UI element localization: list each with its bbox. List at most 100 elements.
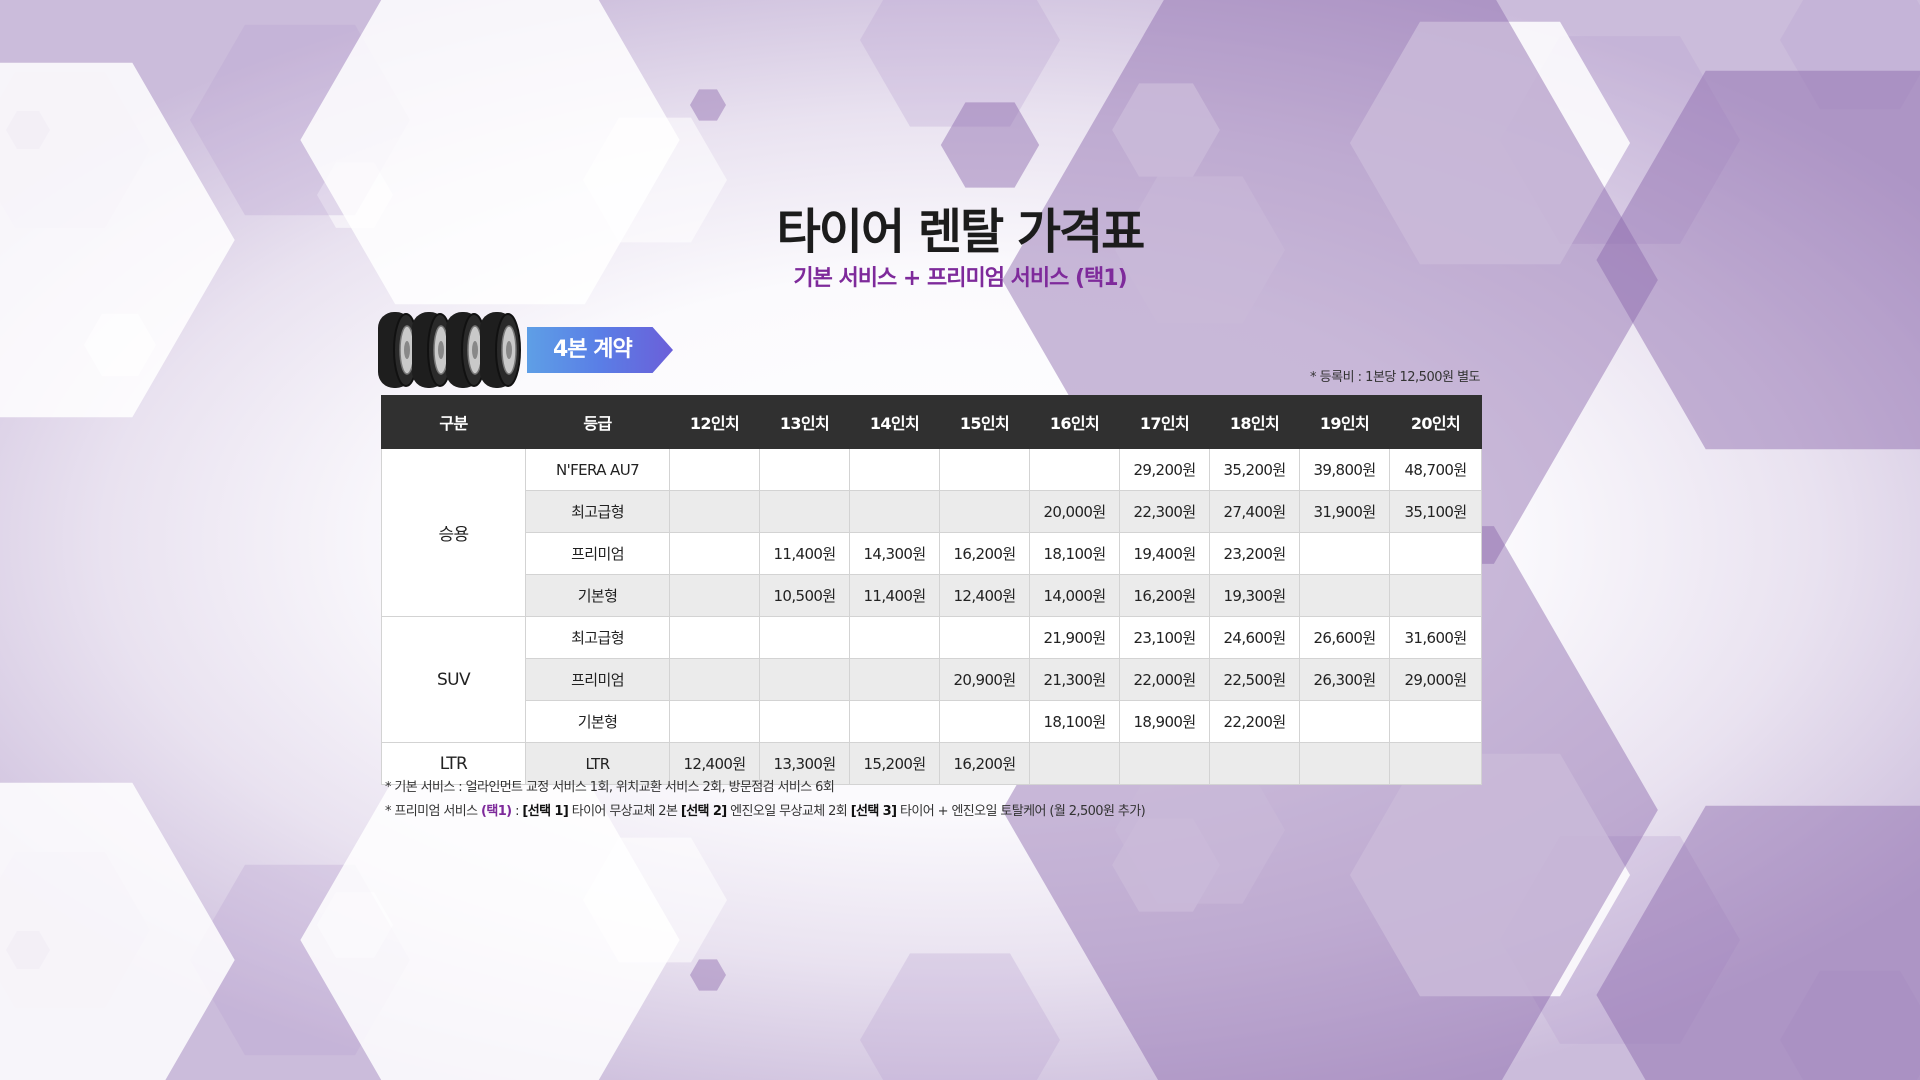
footnotes: * 기본 서비스 : 얼라인먼트 교정 서비스 1회, 위치교환 서비스 2회,…	[385, 776, 1146, 824]
contract-badge: 4본 계약	[527, 327, 673, 373]
price-cell: 19,400원	[1119, 532, 1210, 575]
price-cell	[849, 490, 940, 533]
price-cell	[849, 448, 940, 491]
price-cell: 19,300원	[1209, 574, 1300, 617]
grade-cell: N'FERA AU7	[525, 448, 670, 491]
price-cell: 11,400원	[759, 532, 850, 575]
price-cell: 23,200원	[1209, 532, 1300, 575]
table-header-row: 구분 등급 12인치 13인치 14인치 15인치 16인치 17인치 18인치…	[381, 395, 1482, 449]
price-cell	[1299, 532, 1390, 575]
price-cell: 26,300원	[1299, 658, 1390, 701]
price-cell	[669, 658, 760, 701]
option-1-text: 타이어 무상교체 2본	[568, 804, 681, 819]
grade-cell: 프리미엄	[525, 532, 670, 575]
price-cell: 12,400원	[939, 574, 1030, 617]
price-cell: 23,100원	[1119, 616, 1210, 659]
price-cell: 22,500원	[1209, 658, 1300, 701]
price-cell	[849, 658, 940, 701]
basic-service-note: * 기본 서비스 : 얼라인먼트 교정 서비스 1회, 위치교환 서비스 2회,…	[385, 776, 1145, 800]
option-3-text: 타이어 + 엔진오일 토탈케어 (월 2,500원 추가)	[896, 804, 1146, 819]
price-cell: 22,000원	[1119, 658, 1210, 701]
price-cell	[669, 700, 760, 743]
page-title: 타이어 렌탈 가격표	[776, 204, 1146, 260]
price-cell	[939, 616, 1030, 659]
price-cell	[1299, 700, 1390, 743]
column-header: 구분	[381, 395, 526, 449]
premium-service-note: * 프리미엄 서비스 (택1) : [선택 1] 타이어 무상교체 2본 [선택…	[385, 800, 1146, 824]
price-cell: 35,200원	[1209, 448, 1300, 491]
price-cell	[1029, 448, 1120, 491]
price-cell: 21,300원	[1029, 658, 1120, 701]
price-cell	[1389, 742, 1482, 785]
column-header: 20인치	[1389, 395, 1482, 449]
option-3-label: [선택 3]	[850, 804, 897, 819]
table-row: 프리미엄 11,400원 14,300원 16,200원 18,100원 19,…	[382, 532, 1482, 575]
price-cell	[939, 448, 1030, 491]
option-1-label: [선택 1]	[522, 804, 569, 819]
grade-cell: 프리미엄	[525, 658, 670, 701]
price-cell: 18,100원	[1029, 532, 1120, 575]
price-cell	[759, 700, 850, 743]
table-row: 승용 N'FERA AU7 29,200원 35,200원 39,800원 48…	[381, 448, 1482, 617]
tire-icon	[378, 312, 521, 388]
price-cell: 20,900원	[939, 658, 1030, 701]
price-cell	[669, 616, 760, 659]
price-cell: 48,700원	[1389, 448, 1482, 491]
price-cell: 14,000원	[1029, 574, 1120, 617]
category-cell: SUV	[381, 616, 526, 743]
table-row: 최고급형 20,000원 22,300원 27,400원 31,900원 35,…	[382, 490, 1482, 533]
price-cell	[939, 700, 1030, 743]
price-cell: 20,000원	[1029, 490, 1120, 533]
price-cell: 21,900원	[1029, 616, 1120, 659]
price-cell	[1389, 700, 1482, 743]
price-cell: 16,200원	[939, 532, 1030, 575]
price-cell	[759, 490, 850, 533]
price-cell: 31,900원	[1299, 490, 1390, 533]
price-cell: 14,300원	[849, 532, 940, 575]
price-cell	[759, 448, 850, 491]
price-table: 구분 등급 12인치 13인치 14인치 15인치 16인치 17인치 18인치…	[381, 395, 1482, 785]
grade-cell: 기본형	[525, 574, 670, 617]
category-cell: 승용	[381, 448, 526, 617]
column-header: 등급	[525, 395, 670, 449]
column-header: 14인치	[849, 395, 940, 449]
price-cell	[759, 658, 850, 701]
grade-cell: 최고급형	[525, 490, 670, 533]
column-header: 12인치	[669, 395, 760, 449]
price-cell: 24,600원	[1209, 616, 1300, 659]
price-cell	[1299, 742, 1390, 785]
price-cell: 22,200원	[1209, 700, 1300, 743]
price-cell: 10,500원	[759, 574, 850, 617]
price-cell	[669, 532, 760, 575]
table-row: 프리미엄 20,900원 21,300원 22,000원 22,500원 26,…	[382, 658, 1482, 701]
grade-cell: 기본형	[525, 700, 670, 743]
basic-service-prefix: * 기본 서비스 :	[385, 780, 466, 795]
price-cell	[1389, 532, 1482, 575]
basic-service-text: 얼라인먼트 교정 서비스 1회, 위치교환 서비스 2회, 방문점검 서비스 6…	[465, 780, 835, 795]
price-cell: 39,800원	[1299, 448, 1390, 491]
price-cell	[1299, 574, 1390, 617]
price-cell	[939, 490, 1030, 533]
premium-choice-tag: (택1)	[481, 804, 512, 819]
price-cell	[669, 574, 760, 617]
price-cell: 22,300원	[1119, 490, 1210, 533]
column-header: 17인치	[1119, 395, 1210, 449]
registration-fee-note: * 등록비 : 1본당 12,500원 별도	[1310, 370, 1480, 385]
premium-service-prefix: * 프리미엄 서비스	[385, 804, 482, 819]
price-cell: 29,200원	[1119, 448, 1210, 491]
price-cell: 27,400원	[1209, 490, 1300, 533]
premium-colon: :	[511, 804, 523, 819]
price-cell	[759, 616, 850, 659]
price-cell: 29,000원	[1389, 658, 1482, 701]
column-header: 18인치	[1209, 395, 1300, 449]
price-cell: 26,600원	[1299, 616, 1390, 659]
price-cell	[1389, 574, 1482, 617]
table-row: SUV 최고급형 21,900원 23,100원 24,600원 26,600원…	[381, 616, 1482, 743]
column-header: 16인치	[1029, 395, 1120, 449]
grade-cell: 최고급형	[525, 616, 670, 659]
price-cell	[669, 490, 760, 533]
option-2-text: 엔진오일 무상교체 2회	[726, 804, 851, 819]
table-row: 기본형 18,100원 18,900원 22,200원	[382, 700, 1482, 743]
price-cell: 16,200원	[1119, 574, 1210, 617]
price-cell: 18,100원	[1029, 700, 1120, 743]
